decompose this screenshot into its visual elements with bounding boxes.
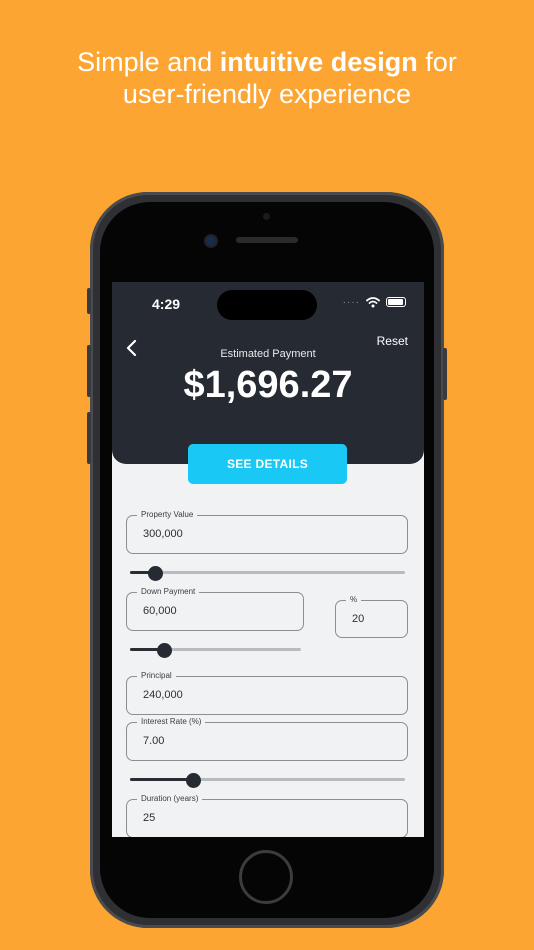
estimated-payment-amount: $1,696.27 <box>183 364 353 406</box>
principal-label: Principal <box>137 670 176 682</box>
property-value-field[interactable]: Property Value 300,000 <box>126 509 408 554</box>
home-button <box>239 850 293 904</box>
wifi-icon <box>366 297 380 308</box>
proximity-sensor <box>263 213 270 220</box>
down-payment-label: Down Payment <box>137 586 200 598</box>
slider-thumb[interactable] <box>186 773 202 788</box>
dynamic-island <box>217 290 317 320</box>
slider-thumb[interactable] <box>157 643 173 658</box>
property-value-label: Property Value <box>137 509 198 521</box>
down-percent-input[interactable]: 20 <box>352 613 364 625</box>
battery-icon <box>386 297 406 307</box>
promo-headline: Simple and intuitive design for user-fri… <box>0 46 534 110</box>
payment-header: 4:29 ···· Reset Estimated Payment $1,696… <box>112 282 424 464</box>
earpiece-speaker <box>236 237 298 243</box>
status-time: 4:29 <box>152 296 181 312</box>
down-payment-slider[interactable] <box>130 643 301 658</box>
interest-rate-field[interactable]: Interest Rate (%) 7.00 <box>126 716 408 761</box>
slider-track <box>130 571 405 574</box>
principal-input[interactable]: 240,000 <box>143 689 183 701</box>
property-value-input[interactable]: 300,000 <box>143 528 183 540</box>
interest-rate-input[interactable]: 7.00 <box>143 735 164 747</box>
promo-line2: user-friendly experience <box>122 79 412 109</box>
slider-fill <box>130 778 194 781</box>
duration-input[interactable]: 25 <box>143 812 155 824</box>
estimated-payment-label: Estimated Payment <box>220 348 316 360</box>
interest-rate-slider[interactable] <box>130 773 405 788</box>
status-icons: ···· <box>343 296 406 308</box>
duration-label: Duration (years) <box>137 793 203 805</box>
interest-rate-label: Interest Rate (%) <box>137 716 206 728</box>
see-details-button[interactable]: SEE DETAILS <box>188 444 347 484</box>
down-payment-field[interactable]: Down Payment 60,000 <box>126 586 304 631</box>
promo-line1-end: for <box>417 47 457 77</box>
down-percent-field[interactable]: % 20 <box>335 594 408 638</box>
power-button <box>443 348 447 400</box>
volume-down-button <box>87 412 91 464</box>
down-payment-input[interactable]: 60,000 <box>143 605 177 617</box>
principal-field[interactable]: Principal 240,000 <box>126 670 408 715</box>
slider-thumb[interactable] <box>147 566 163 581</box>
down-percent-label: % <box>346 594 362 606</box>
front-camera <box>206 236 216 246</box>
app-screen: 4:29 ···· Reset Estimated Payment $1,696… <box>112 282 424 837</box>
mute-switch <box>87 288 91 314</box>
promo-line1-bold: intuitive design <box>219 47 418 77</box>
promo-line1-normal: Simple and <box>77 47 220 77</box>
reset-button[interactable]: Reset <box>377 334 408 348</box>
property-value-slider[interactable] <box>130 566 405 581</box>
duration-field[interactable]: Duration (years) 25 <box>126 793 408 837</box>
signal-icon: ···· <box>342 296 360 308</box>
volume-up-button <box>87 345 91 397</box>
